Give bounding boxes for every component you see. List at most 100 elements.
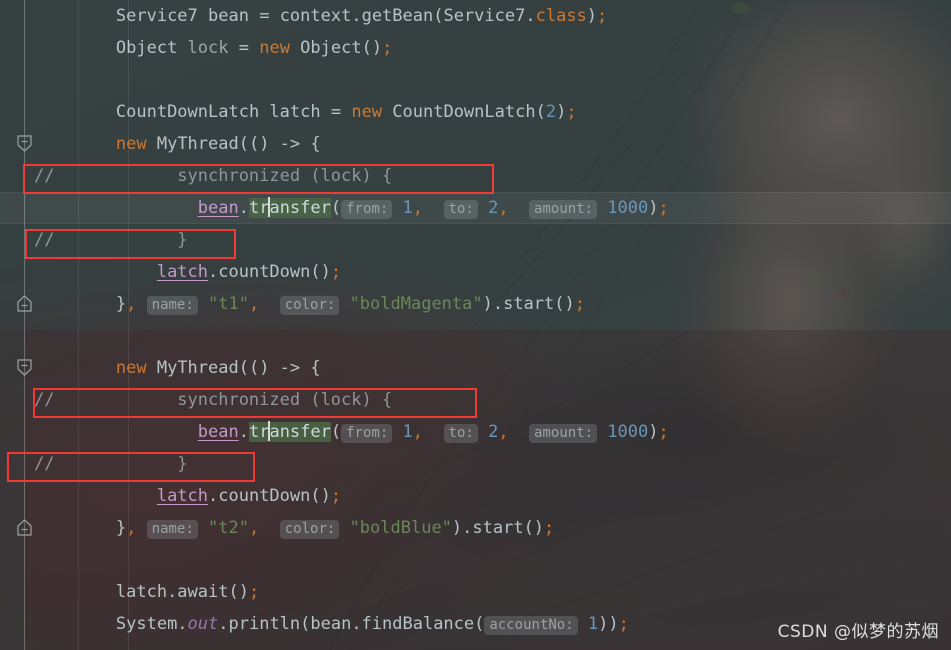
code-line[interactable] bbox=[0, 64, 951, 96]
editor-window: Service7 bean = context.getBean(Service7… bbox=[0, 0, 951, 650]
code-token: bean bbox=[197, 6, 260, 26]
code-token: 1000 bbox=[607, 198, 649, 218]
code-line[interactable] bbox=[0, 320, 951, 352]
code-line[interactable]: // synchronized (lock) { bbox=[0, 160, 951, 192]
selected-token-post: ansfer bbox=[269, 198, 331, 218]
code-token: .countDown() bbox=[208, 262, 331, 282]
code-token: latch bbox=[259, 102, 331, 122]
selected-token: transfer bbox=[248, 421, 331, 442]
code-line[interactable]: // synchronized (lock) { bbox=[0, 384, 951, 416]
field-reference: latch bbox=[156, 486, 209, 506]
code-token: 1 bbox=[587, 614, 599, 634]
code-token: ( bbox=[330, 198, 342, 218]
code-token: new bbox=[259, 38, 301, 58]
code-token: "boldBlue" bbox=[349, 518, 452, 538]
parameter-hint: name: bbox=[146, 296, 198, 315]
code-token: } bbox=[115, 518, 127, 538]
fold-collapse-close-icon[interactable] bbox=[17, 519, 32, 536]
code-token: ) bbox=[556, 102, 567, 122]
code-token: .getBean( bbox=[351, 6, 444, 26]
commented-code: // synchronized (lock) { bbox=[34, 390, 393, 410]
code-line[interactable]: latch.countDown(); bbox=[0, 480, 951, 512]
code-token: System. bbox=[115, 614, 188, 634]
code-token: out bbox=[187, 614, 219, 634]
code-editor-area[interactable]: Service7 bean = context.getBean(Service7… bbox=[0, 0, 951, 650]
code-token: context bbox=[279, 6, 352, 26]
parameter-hint: from: bbox=[341, 200, 393, 219]
code-line[interactable]: Service7 bean = context.getBean(Service7… bbox=[0, 0, 951, 32]
code-line[interactable]: Object lock = new Object(); bbox=[0, 32, 951, 64]
code-token: ).start() bbox=[482, 294, 575, 314]
parameter-hint: accountNo: bbox=[484, 616, 578, 635]
code-token: Service7 bbox=[115, 6, 198, 26]
code-token: , bbox=[249, 294, 260, 314]
code-token: ) bbox=[586, 6, 598, 26]
code-token: ; bbox=[597, 6, 608, 26]
commented-code: // } bbox=[34, 454, 188, 474]
code-line[interactable]: bean.transfer(from: 1, to: 2, amount: 10… bbox=[0, 192, 951, 224]
fold-collapse-open-icon[interactable] bbox=[17, 359, 32, 376]
selected-token-pre: tr bbox=[248, 198, 270, 218]
code-token: lock bbox=[187, 38, 239, 58]
code-token: ; bbox=[658, 198, 669, 218]
code-token: . bbox=[525, 6, 536, 26]
code-token: , bbox=[412, 422, 424, 442]
fold-collapse-open-icon[interactable] bbox=[17, 135, 32, 152]
code-token: class bbox=[535, 6, 587, 26]
code-token: ; bbox=[658, 422, 669, 442]
fold-collapse-close-icon[interactable] bbox=[17, 295, 32, 312]
code-line[interactable]: bean.transfer(from: 1, to: 2, amount: 10… bbox=[0, 416, 951, 448]
code-line[interactable]: }, name: "t2", color: "boldBlue").start(… bbox=[0, 512, 951, 544]
code-line[interactable]: // } bbox=[0, 224, 951, 256]
code-token: , bbox=[498, 198, 509, 218]
parameter-hint: color: bbox=[279, 520, 340, 539]
code-line[interactable] bbox=[0, 544, 951, 576]
code-line[interactable]: latch.await(); bbox=[0, 576, 951, 608]
code-token: new bbox=[115, 358, 157, 378]
code-token: ; bbox=[618, 614, 629, 634]
code-line[interactable]: // } bbox=[0, 448, 951, 480]
code-line[interactable]: }, name: "t1", color: "boldMagenta").sta… bbox=[0, 288, 951, 320]
code-line[interactable]: latch.countDown(); bbox=[0, 256, 951, 288]
code-token: Service7 bbox=[443, 6, 526, 26]
code-token: 2 bbox=[488, 198, 499, 218]
parameter-hint: from: bbox=[341, 424, 393, 443]
code-token: ( bbox=[330, 422, 342, 442]
code-line[interactable]: new MyThread(() -> { bbox=[0, 352, 951, 384]
code-token: , bbox=[126, 518, 137, 538]
code-token: new bbox=[115, 134, 157, 154]
code-token: = bbox=[330, 102, 352, 122]
code-token: MyThread(() -> { bbox=[156, 358, 321, 378]
code-token: latch.await() bbox=[115, 582, 249, 602]
code-token: = bbox=[259, 6, 280, 26]
code-token: , bbox=[249, 518, 260, 538]
code-token: "boldMagenta" bbox=[349, 294, 483, 314]
commented-code: // } bbox=[34, 230, 188, 250]
code-token: , bbox=[498, 422, 509, 442]
code-token: )) bbox=[598, 614, 619, 634]
commented-code: // synchronized (lock) { bbox=[34, 166, 393, 186]
selected-token-post: ansfer bbox=[269, 422, 331, 442]
parameter-hint: color: bbox=[279, 296, 340, 315]
code-line[interactable]: CountDownLatch latch = new CountDownLatc… bbox=[0, 96, 951, 128]
code-token: , bbox=[126, 294, 137, 314]
code-line[interactable]: new MyThread(() -> { bbox=[0, 128, 951, 160]
parameter-hint: to: bbox=[443, 200, 478, 219]
